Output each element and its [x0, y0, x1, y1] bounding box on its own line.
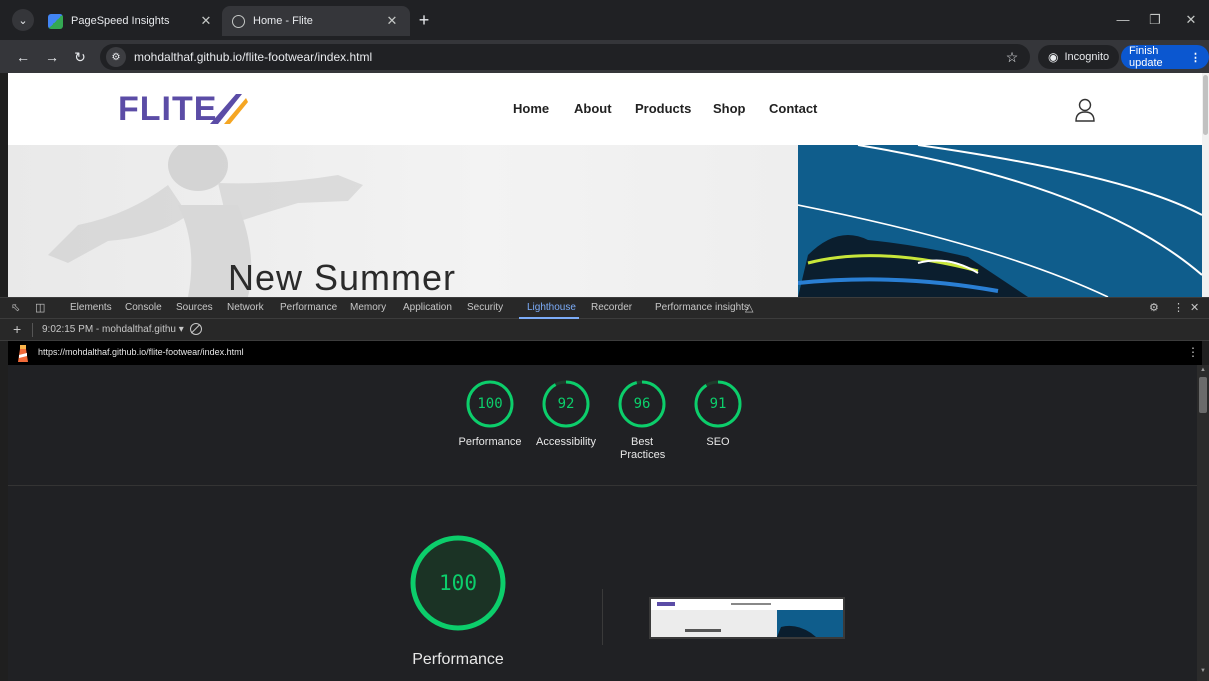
lighthouse-report: 100 Performance 92 Accessibility 96 Best…	[8, 365, 1197, 681]
gauge-ring: 91	[693, 379, 743, 429]
thumbnail-image	[651, 599, 843, 637]
scroll-down-icon[interactable]: ▼	[1200, 668, 1206, 674]
devtools-tab-security[interactable]: Security	[467, 302, 503, 313]
nav-shop[interactable]: Shop	[713, 101, 746, 116]
devtools-close-icon[interactable]: ✕	[1190, 301, 1199, 314]
globe-icon	[232, 14, 245, 28]
devtools-tab-performance[interactable]: Performance	[280, 302, 337, 313]
nav-about[interactable]: About	[574, 101, 612, 116]
final-screenshot-thumbnail[interactable]	[649, 597, 845, 639]
restore-icon[interactable]: ❐	[1142, 10, 1168, 30]
devtools-tab-recorder[interactable]: Recorder	[591, 302, 632, 313]
finish-update-button[interactable]: Finish update ⋮	[1121, 45, 1209, 69]
tab-title: Home - Flite	[253, 15, 313, 27]
window-close-icon[interactable]: ✕	[1178, 10, 1204, 30]
browser-window: ⌄ PageSpeed Insights ✕ Home - Flite ✕ + …	[0, 0, 1209, 681]
forward-arrow-icon[interactable]: →	[41, 46, 63, 68]
lighthouse-report-url[interactable]: https://mohdalthaf.github.io/flite-footw…	[38, 347, 244, 357]
tab-home-flite[interactable]: Home - Flite ✕	[222, 6, 410, 36]
devtools-tab-network[interactable]: Network	[227, 302, 264, 313]
logo-swoosh-icon	[210, 94, 248, 124]
devtools-tab-console[interactable]: Console	[125, 302, 162, 313]
vertical-separator	[602, 589, 603, 645]
hero-shoe-panel	[798, 145, 1202, 297]
pagespeed-favicon-icon	[48, 13, 63, 29]
website-viewport: FLITE Home About Products Shop Contact N…	[8, 73, 1202, 297]
incognito-label: Incognito	[1064, 51, 1110, 63]
bookmark-star-icon[interactable]: ☆	[1002, 49, 1022, 66]
new-tab-button[interactable]: +	[414, 10, 434, 30]
more-vertical-icon: ⋮	[1190, 51, 1201, 64]
score-label: Best Practices	[620, 436, 666, 461]
flask-icon: △	[745, 302, 754, 314]
gauge-ring: 92	[541, 379, 591, 429]
tab-pagespeed-insights[interactable]: PageSpeed Insights ✕	[38, 6, 224, 36]
hero-banner: New Summer	[8, 145, 1202, 297]
devtools-tab-application[interactable]: Application	[403, 302, 452, 313]
section-divider	[8, 485, 1197, 486]
tab-title: PageSpeed Insights	[71, 15, 170, 27]
address-bar-url[interactable]: mohdalthaf.github.io/flite-footwear/inde…	[134, 50, 1002, 64]
address-bar[interactable]: ⚙ mohdalthaf.github.io/flite-footwear/in…	[100, 44, 1030, 70]
finish-update-label: Finish update	[1129, 45, 1163, 69]
devtools-tab-sources[interactable]: Sources	[176, 302, 213, 313]
reload-icon[interactable]: ↻	[69, 46, 91, 68]
tab-search-chevron-down-icon[interactable]: ⌄	[12, 9, 34, 31]
devtools-tab-performance-insights[interactable]: Performance insights	[655, 302, 749, 313]
incognito-indicator[interactable]: ◉ Incognito	[1038, 45, 1120, 69]
score-value: 91	[709, 396, 727, 412]
hero-heading: New Summer	[228, 257, 457, 297]
nav-contact[interactable]: Contact	[769, 101, 817, 116]
website-scrollbar[interactable]	[1202, 73, 1209, 297]
score-value: 92	[557, 396, 575, 412]
main-score-label: Performance	[412, 651, 504, 668]
report-scrollbar[interactable]: ▲ ▼	[1197, 365, 1209, 681]
back-arrow-icon[interactable]: ←	[12, 46, 34, 68]
nav-home[interactable]: Home	[513, 101, 549, 116]
user-account-icon[interactable]	[1074, 97, 1096, 123]
close-icon[interactable]: ✕	[198, 13, 214, 29]
site-logo-text[interactable]: FLITE	[118, 90, 217, 129]
score-label: SEO	[706, 436, 730, 448]
nav-products[interactable]: Products	[635, 101, 691, 116]
devtools-tab-elements[interactable]: Elements	[70, 302, 112, 313]
browser-toolbar: ← → ↻ ⚙ mohdalthaf.github.io/flite-footw…	[0, 40, 1209, 73]
more-vertical-icon[interactable]: ⋮	[1173, 301, 1184, 314]
gauge-ring: 100	[465, 379, 515, 429]
report-menu-icon[interactable]: ⋮	[1187, 345, 1199, 359]
shoe-image	[798, 145, 1202, 297]
new-report-plus-icon[interactable]: +	[13, 322, 21, 336]
report-selector-value: 9:02:15 PM - mohdalthaf.githu	[42, 324, 176, 335]
close-icon[interactable]: ✕	[384, 13, 400, 29]
scrollbar-thumb[interactable]	[1199, 377, 1207, 413]
lighthouse-logo-icon	[18, 345, 28, 362]
score-value: 100	[477, 396, 503, 412]
score-value: 96	[633, 396, 651, 412]
device-toolbar-icon[interactable]: ◫	[35, 301, 45, 314]
score-gauge-seo[interactable]: 91 SEO	[673, 379, 763, 449]
main-score-value: 100	[439, 571, 477, 595]
minimize-icon[interactable]: —	[1110, 10, 1136, 30]
devtools-tab-memory[interactable]: Memory	[350, 302, 386, 313]
settings-gear-icon[interactable]: ⚙	[1149, 301, 1159, 314]
inspect-element-icon[interactable]: ⬁	[11, 301, 20, 314]
report-selector[interactable]: 9:02:15 PM - mohdalthaf.githu ▾	[42, 324, 184, 335]
tab-strip: ⌄ PageSpeed Insights ✕ Home - Flite ✕ + …	[0, 0, 1209, 40]
lighthouse-url-bar: https://mohdalthaf.github.io/flite-footw…	[8, 341, 1202, 365]
scroll-up-icon[interactable]: ▲	[1200, 367, 1206, 373]
performance-main-gauge: 100	[410, 535, 506, 631]
hero-left-panel: New Summer	[8, 145, 798, 297]
incognito-icon: ◉	[1048, 50, 1059, 64]
gauge-ring: 96	[617, 379, 667, 429]
lighthouse-report-toolbar: + 9:02:15 PM - mohdalthaf.githu ▾	[0, 319, 1209, 341]
toolbar-separator	[32, 323, 33, 337]
clear-reports-icon[interactable]	[190, 323, 202, 335]
site-info-icon[interactable]: ⚙	[106, 47, 126, 67]
devtools-tab-bar: ⬁ ◫ Elements Console Sources Network Per…	[0, 297, 1209, 319]
devtools-tab-lighthouse[interactable]: Lighthouse	[527, 302, 576, 313]
scrollbar-thumb[interactable]	[1203, 75, 1208, 135]
